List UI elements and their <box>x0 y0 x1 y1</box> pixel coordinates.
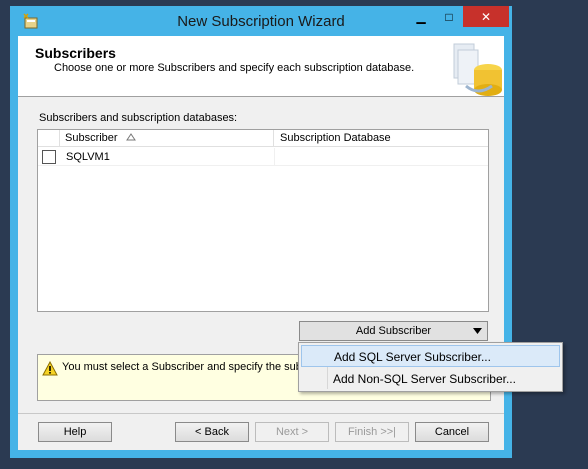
grid-header-row: Subscriber Subscription Database <box>38 130 488 147</box>
add-subscriber-menu: Add SQL Server Subscriber... Add Non-SQL… <box>298 342 563 392</box>
subscribers-grid: Subscriber Subscription Database SQLVM1 <box>37 129 489 312</box>
subscriber-cell: SQLVM1 <box>66 151 110 163</box>
title-bar[interactable]: New Subscription Wizard ▁ □ ✕ <box>10 6 512 36</box>
finish-button[interactable]: Finish >>| <box>335 422 409 442</box>
add-subscriber-button[interactable]: Add Subscriber <box>299 321 488 341</box>
row-divider <box>274 148 275 166</box>
footer-divider <box>18 413 504 414</box>
subscriber-column-header[interactable]: Subscriber <box>60 130 274 147</box>
subscriber-column-label: Subscriber <box>65 132 118 144</box>
subscriber-checkbox[interactable] <box>42 150 56 164</box>
cancel-button[interactable]: Cancel <box>415 422 489 442</box>
close-button[interactable]: ✕ <box>463 6 509 27</box>
help-button[interactable]: Help <box>38 422 112 442</box>
database-graphic-icon <box>453 43 502 96</box>
page-header: Subscribers Choose one or more Subscribe… <box>18 36 504 97</box>
back-button[interactable]: < Back <box>175 422 249 442</box>
dropdown-arrow-icon <box>473 328 482 334</box>
page-title: Subscribers <box>35 45 116 61</box>
menu-item-add-sql-server-subscriber[interactable]: Add SQL Server Subscriber... <box>301 345 560 367</box>
page-subtitle: Choose one or more Subscribers and speci… <box>54 62 415 74</box>
add-subscriber-label: Add Subscriber <box>355 325 432 337</box>
maximize-button[interactable]: □ <box>435 6 463 27</box>
header-checkbox-column <box>38 130 60 147</box>
menu-item-add-non-sql-server-subscriber[interactable]: Add Non-SQL Server Subscriber... <box>301 368 560 390</box>
warning-icon <box>42 361 58 376</box>
next-button[interactable]: Next > <box>255 422 329 442</box>
grid-label: Subscribers and subscription databases: <box>39 112 238 124</box>
minimize-button[interactable]: ▁ <box>407 6 435 27</box>
sort-ascending-icon <box>126 133 136 141</box>
table-row[interactable]: SQLVM1 <box>38 148 488 166</box>
database-column-header[interactable]: Subscription Database <box>275 130 488 147</box>
